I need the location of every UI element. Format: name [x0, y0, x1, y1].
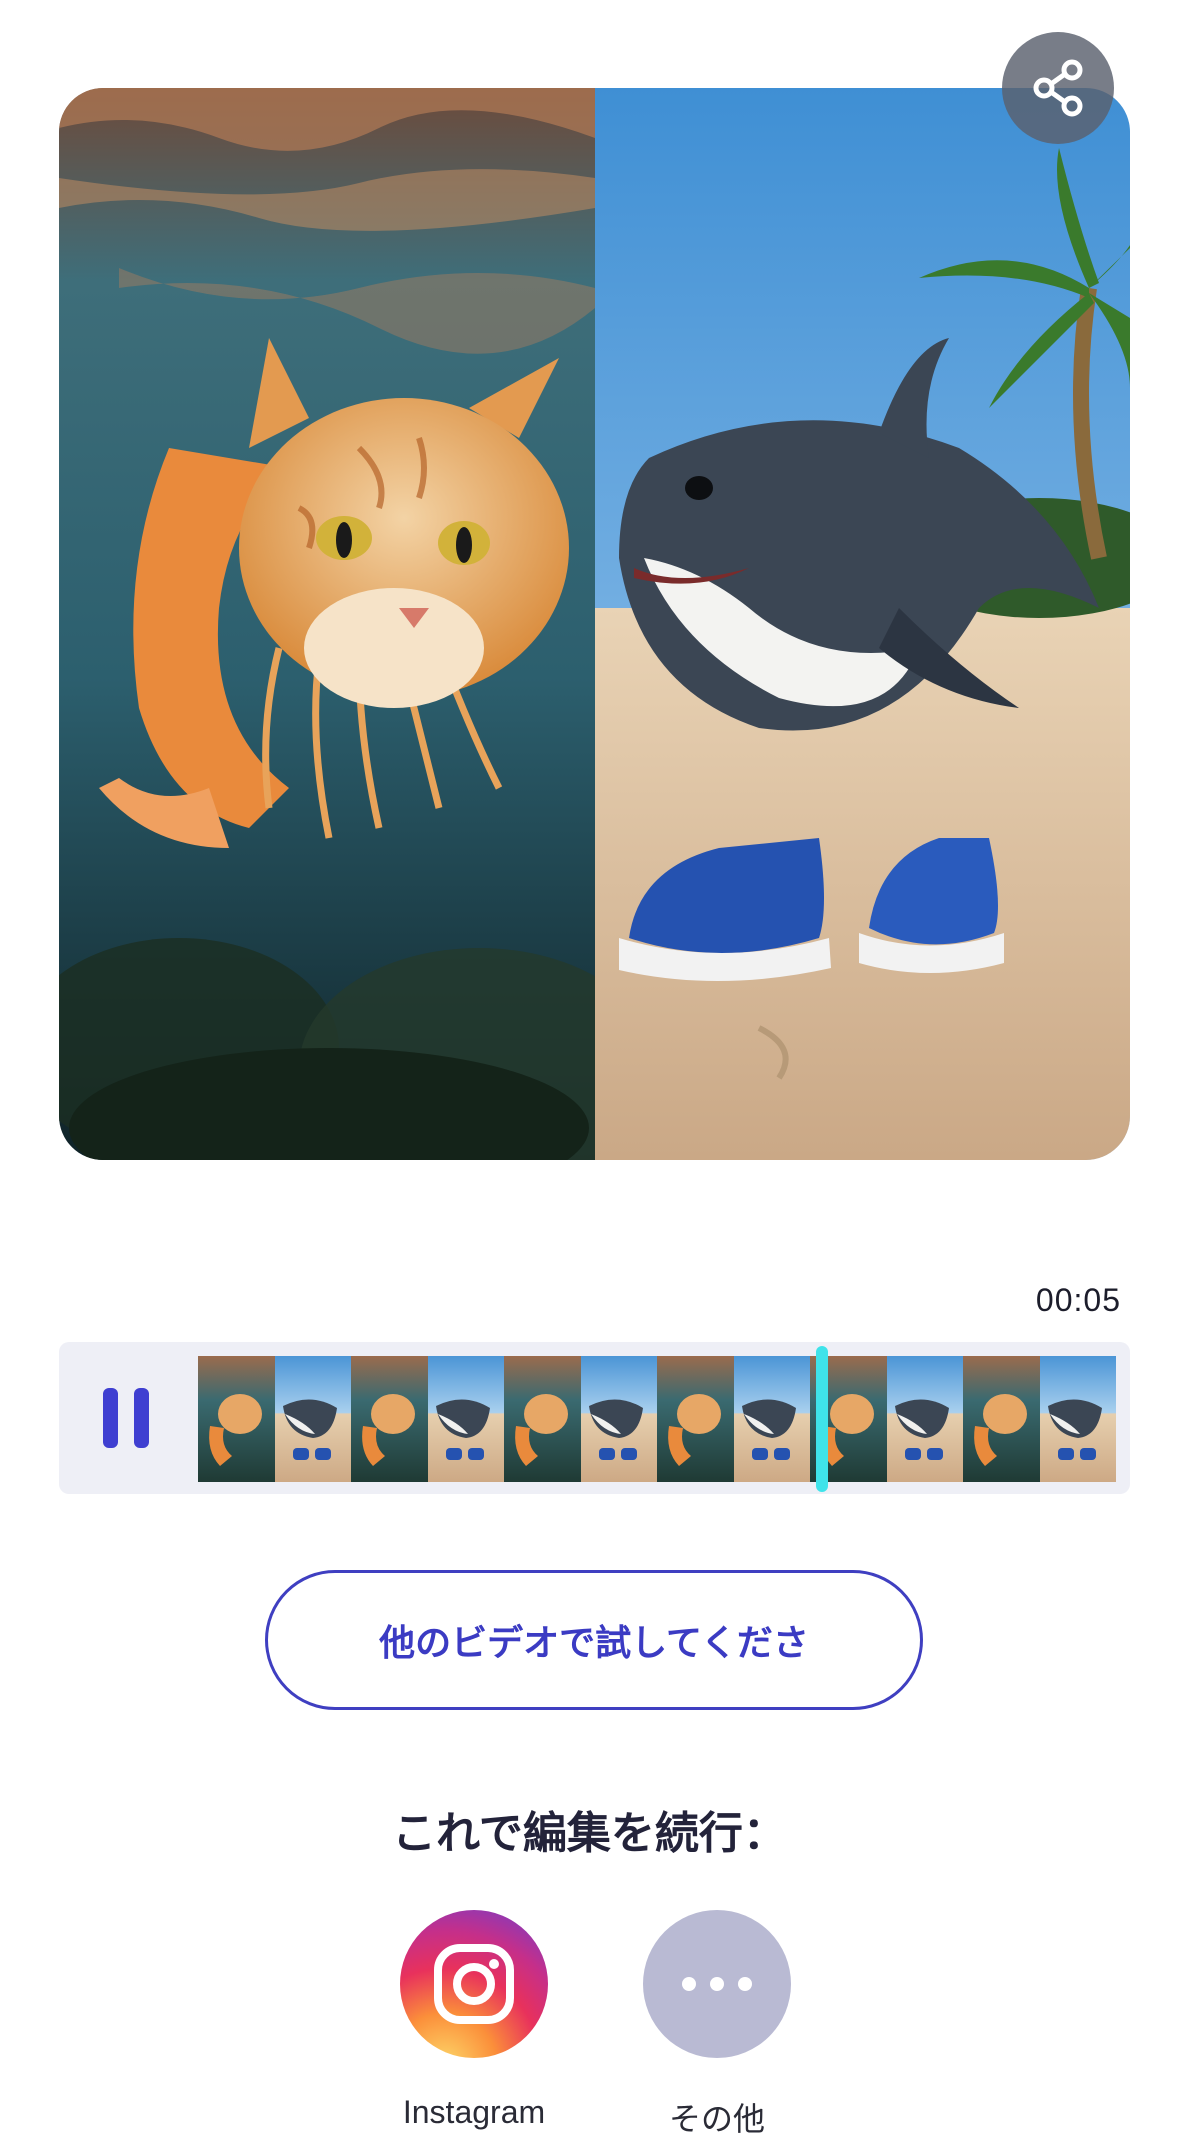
more-apps-button[interactable]: その他 [627, 1910, 807, 2140]
share-icon [1033, 59, 1083, 117]
frame-thumb-shark [886, 1356, 963, 1482]
pause-icon [103, 1388, 118, 1448]
time-readout: 00:05 [1035, 1282, 1121, 1318]
frame-thumb-shark [427, 1356, 504, 1482]
video-timeline[interactable] [59, 1342, 1130, 1494]
shark-sneakers-image [595, 88, 1130, 1160]
pause-icon-bar [134, 1388, 149, 1448]
more-dots-icon [682, 1977, 752, 1991]
cat-shrimp-image [59, 88, 659, 1160]
playhead-handle[interactable] [816, 1346, 829, 1492]
share-button[interactable] [1002, 32, 1114, 144]
frame-thumb-cat [351, 1356, 428, 1482]
instagram-app-button[interactable]: Instagram [384, 1910, 564, 2131]
frame-thumb-shark [733, 1356, 810, 1482]
frame-thumb-shark [1039, 1356, 1116, 1482]
frame-thumb-cat [963, 1356, 1040, 1482]
more-apps-label: その他 [668, 2101, 765, 2137]
try-other-video-button[interactable]: 他のビデオで試してくださ [265, 1570, 923, 1710]
video-preview[interactable] [59, 88, 1130, 1160]
frame-thumb-shark [274, 1356, 351, 1482]
instagram-label: Instagram [402, 2094, 546, 2130]
frame-thumb-cat [657, 1356, 734, 1482]
frame-thumb-cat [504, 1356, 581, 1482]
frame-thumb-shark [580, 1356, 657, 1482]
timeline-frames[interactable] [198, 1356, 1116, 1482]
continue-editing-title: これで編集を続行： [392, 1809, 787, 1858]
frame-thumb-cat [198, 1356, 275, 1482]
instagram-icon [434, 1944, 514, 2024]
pause-button[interactable] [99, 1388, 153, 1448]
